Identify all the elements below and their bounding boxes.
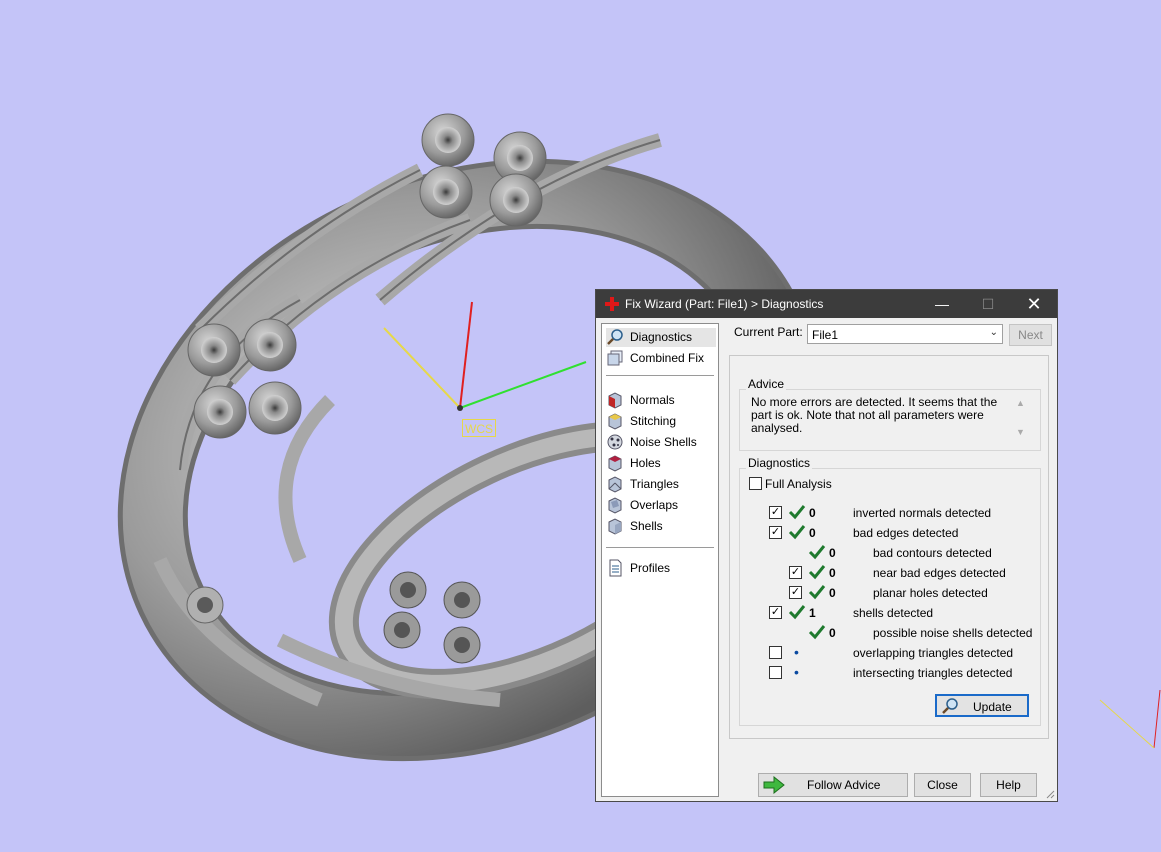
nav-item-normals[interactable]: Normals xyxy=(606,391,716,410)
intersecting-triangles-label: intersecting triangles detected xyxy=(853,666,1013,680)
planar-holes-label: planar holes detected xyxy=(873,586,988,600)
nav-item-label: Stitching xyxy=(630,414,677,428)
holes-icon xyxy=(608,455,622,472)
overlaps-icon xyxy=(608,497,622,514)
nav-item-label: Normals xyxy=(630,393,675,407)
bad-edges-label: bad edges detected xyxy=(853,526,959,540)
noise-shells-icon xyxy=(607,434,623,450)
close-window-button[interactable]: ✕ xyxy=(1011,290,1057,318)
shells-icon xyxy=(608,518,622,535)
maximize-button[interactable]: ☐ xyxy=(965,290,1011,318)
app-cross-icon xyxy=(605,297,619,311)
corner-axes-indicator xyxy=(1099,689,1161,749)
check-ok-icon xyxy=(808,565,826,580)
nav-item-diagnostics[interactable]: Diagnostics xyxy=(606,328,716,347)
nav-item-overlaps[interactable]: Overlaps xyxy=(606,496,716,515)
advice-text: No more errors are detected. It seems th… xyxy=(751,395,998,435)
document-icon xyxy=(609,559,622,577)
help-button[interactable]: Help xyxy=(980,773,1037,797)
title-bar[interactable]: Fix Wizard (Part: File1) > Diagnostics —… xyxy=(596,290,1057,318)
intersecting-triangles-checkbox[interactable] xyxy=(769,666,782,679)
not-analysed-dot-icon: • xyxy=(794,644,799,660)
inverted-normals-count: 0 xyxy=(809,506,816,520)
nav-item-label: Overlaps xyxy=(630,498,679,512)
follow-advice-button[interactable]: Follow Advice xyxy=(758,773,908,797)
near-bad-edges-label: near bad edges detected xyxy=(873,566,1006,580)
nav-item-holes[interactable]: Holes xyxy=(606,454,716,473)
advice-title: Advice xyxy=(746,377,787,391)
follow-advice-label: Follow Advice xyxy=(807,778,881,792)
scroll-up-icon[interactable]: ▲ xyxy=(1016,398,1025,408)
planar-holes-count: 0 xyxy=(829,586,836,600)
shells-checkbox[interactable]: ✓ xyxy=(769,606,782,619)
nav-item-label: Diagnostics xyxy=(630,330,693,344)
stitching-icon xyxy=(608,413,622,430)
near-bad-edges-checkbox[interactable]: ✓ xyxy=(789,566,802,579)
inverted-normals-label: inverted normals detected xyxy=(853,506,992,520)
nav-item-stitching[interactable]: Stitching xyxy=(606,412,716,431)
shells-label: shells detected xyxy=(853,606,934,620)
update-button[interactable]: Update xyxy=(935,694,1029,717)
bad-edges-checkbox[interactable]: ✓ xyxy=(769,526,782,539)
scroll-down-icon[interactable]: ▼ xyxy=(1016,427,1025,437)
nav-item-label: Noise Shells xyxy=(630,435,697,449)
check-ok-icon xyxy=(808,545,826,560)
nav-item-label: Holes xyxy=(630,456,661,470)
nav-item-triangles[interactable]: Triangles xyxy=(606,475,716,494)
wcs-label: WCS xyxy=(462,419,496,437)
check-ok-icon xyxy=(788,525,806,540)
nav-divider xyxy=(606,547,714,548)
nav-divider xyxy=(606,375,714,376)
nav-item-profiles[interactable]: Profiles xyxy=(606,559,716,578)
next-button[interactable]: Next xyxy=(1009,324,1052,346)
nav-item-label: Combined Fix xyxy=(630,351,705,365)
wizard-nav-panel: Diagnostics Combined Fix Normals Stitchi… xyxy=(601,323,719,797)
check-ok-icon xyxy=(788,605,806,620)
planar-holes-checkbox[interactable]: ✓ xyxy=(789,586,802,599)
nav-item-label: Shells xyxy=(630,519,663,533)
not-analysed-dot-icon: • xyxy=(794,664,799,680)
near-bad-edges-count: 0 xyxy=(829,566,836,580)
nav-item-combined-fix[interactable]: Combined Fix xyxy=(606,349,716,368)
noise-shells-count: 0 xyxy=(829,626,836,640)
update-button-label: Update xyxy=(973,700,1012,714)
current-part-label: Current Part: xyxy=(734,325,803,339)
magnifier-icon xyxy=(942,698,958,714)
check-ok-icon xyxy=(808,585,826,600)
stack-icon xyxy=(607,350,623,366)
shells-count: 1 xyxy=(809,606,816,620)
bad-contours-label: bad contours detected xyxy=(873,546,992,560)
bad-contours-count: 0 xyxy=(829,546,836,560)
nav-item-label: Profiles xyxy=(630,561,671,575)
chevron-down-icon: ⌄ xyxy=(989,327,998,338)
minimize-button[interactable]: — xyxy=(919,290,965,318)
nav-item-shells[interactable]: Shells xyxy=(606,517,716,536)
wcs-axes xyxy=(383,301,587,411)
nav-item-label: Triangles xyxy=(630,477,679,491)
resize-grip-icon[interactable] xyxy=(1045,789,1055,799)
full-analysis-label: Full Analysis xyxy=(765,477,832,491)
diagnostics-title: Diagnostics xyxy=(746,456,813,470)
close-button[interactable]: Close xyxy=(914,773,971,797)
full-analysis-checkbox[interactable] xyxy=(749,477,762,490)
bad-edges-count: 0 xyxy=(809,526,816,540)
current-part-value: File1 xyxy=(812,328,839,342)
inverted-normals-checkbox[interactable]: ✓ xyxy=(769,506,782,519)
check-ok-icon xyxy=(788,505,806,520)
overlapping-triangles-checkbox[interactable] xyxy=(769,646,782,659)
noise-shells-label: possible noise shells detected xyxy=(873,626,1033,640)
check-ok-icon xyxy=(808,625,826,640)
fix-wizard-dialog: Fix Wizard (Part: File1) > Diagnostics —… xyxy=(595,289,1058,802)
overlapping-triangles-label: overlapping triangles detected xyxy=(853,646,1014,660)
magnifier-icon xyxy=(607,329,623,345)
nav-item-noise-shells[interactable]: Noise Shells xyxy=(606,433,716,452)
current-part-select[interactable]: File1 ⌄ xyxy=(807,324,1003,344)
triangles-icon xyxy=(608,476,622,493)
normals-icon xyxy=(608,392,622,409)
green-arrow-icon xyxy=(763,776,785,794)
dialog-title: Fix Wizard (Part: File1) > Diagnostics xyxy=(625,297,824,311)
